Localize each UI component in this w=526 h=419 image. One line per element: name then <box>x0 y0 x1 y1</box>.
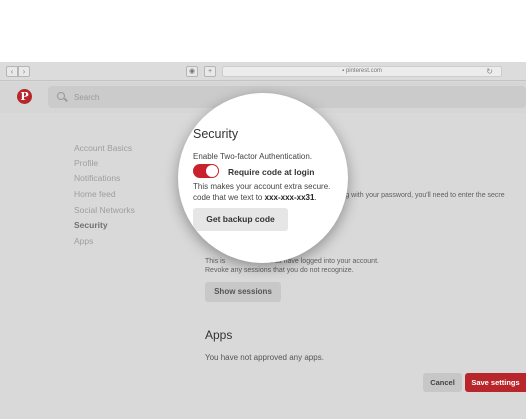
search-icon <box>57 92 65 100</box>
desc-suffix: . <box>314 193 317 202</box>
address-bar[interactable]: ▪ pinterest.com ↻ <box>222 66 502 77</box>
sidebar-item-apps[interactable]: Apps <box>74 236 93 246</box>
show-sessions-button[interactable]: Show sessions <box>205 282 281 302</box>
save-settings-button[interactable]: Save settings <box>465 373 526 392</box>
phone-number: xxx-xxx-xx31 <box>264 193 315 202</box>
require-code-toggle[interactable] <box>193 164 219 178</box>
url-text: pinterest.com <box>345 68 382 74</box>
sidebar-item-home-feed[interactable]: Home feed <box>74 189 116 199</box>
back-icon[interactable]: ‹ <box>6 66 18 77</box>
two-factor-behind-text: long with your password, you'll need to … <box>336 192 505 199</box>
reload-icon[interactable]: ↻ <box>486 67 493 76</box>
security-title: Security <box>193 127 239 141</box>
desc-prefix: code that we text to <box>193 193 265 202</box>
sessions-line1-start: This is <box>205 258 226 265</box>
apps-heading: Apps <box>205 328 233 342</box>
forward-icon[interactable]: › <box>18 66 30 77</box>
browser-toolbar: ‹ › ◉ + ▪ pinterest.com ↻ <box>0 62 526 81</box>
lock-icon: ▪ <box>342 68 345 74</box>
pinterest-logo[interactable]: P <box>17 89 32 104</box>
shield-icon[interactable]: ◉ <box>186 66 198 77</box>
apps-description: You have not approved any apps. <box>205 353 324 362</box>
get-backup-code-button[interactable]: Get backup code <box>193 208 288 231</box>
page-background <box>0 0 526 52</box>
sessions-line2: Revoke any sessions that you do not reco… <box>205 267 354 274</box>
security-magnifier: Security Enable Two-factor Authenticatio… <box>178 93 348 263</box>
security-description-line2: code that we text to xxx-xxx-xx31. <box>193 193 317 202</box>
cancel-button[interactable]: Cancel <box>423 373 462 392</box>
sidebar-item-account-basics[interactable]: Account Basics <box>74 143 132 153</box>
sidebar-item-notifications[interactable]: Notifications <box>74 173 120 183</box>
two-factor-label: Enable Two-factor Authentication. <box>193 152 313 161</box>
sidebar-item-profile[interactable]: Profile <box>74 158 98 168</box>
search-placeholder: Search <box>74 93 100 102</box>
security-description-line1: This makes your account extra secure. <box>193 182 331 191</box>
toggle-knob <box>206 165 218 177</box>
toggle-label: Require code at login <box>228 167 315 177</box>
sidebar-item-security[interactable]: Security <box>74 220 108 230</box>
sidebar-item-social-networks[interactable]: Social Networks <box>74 205 135 215</box>
plus-icon[interactable]: + <box>204 66 216 77</box>
